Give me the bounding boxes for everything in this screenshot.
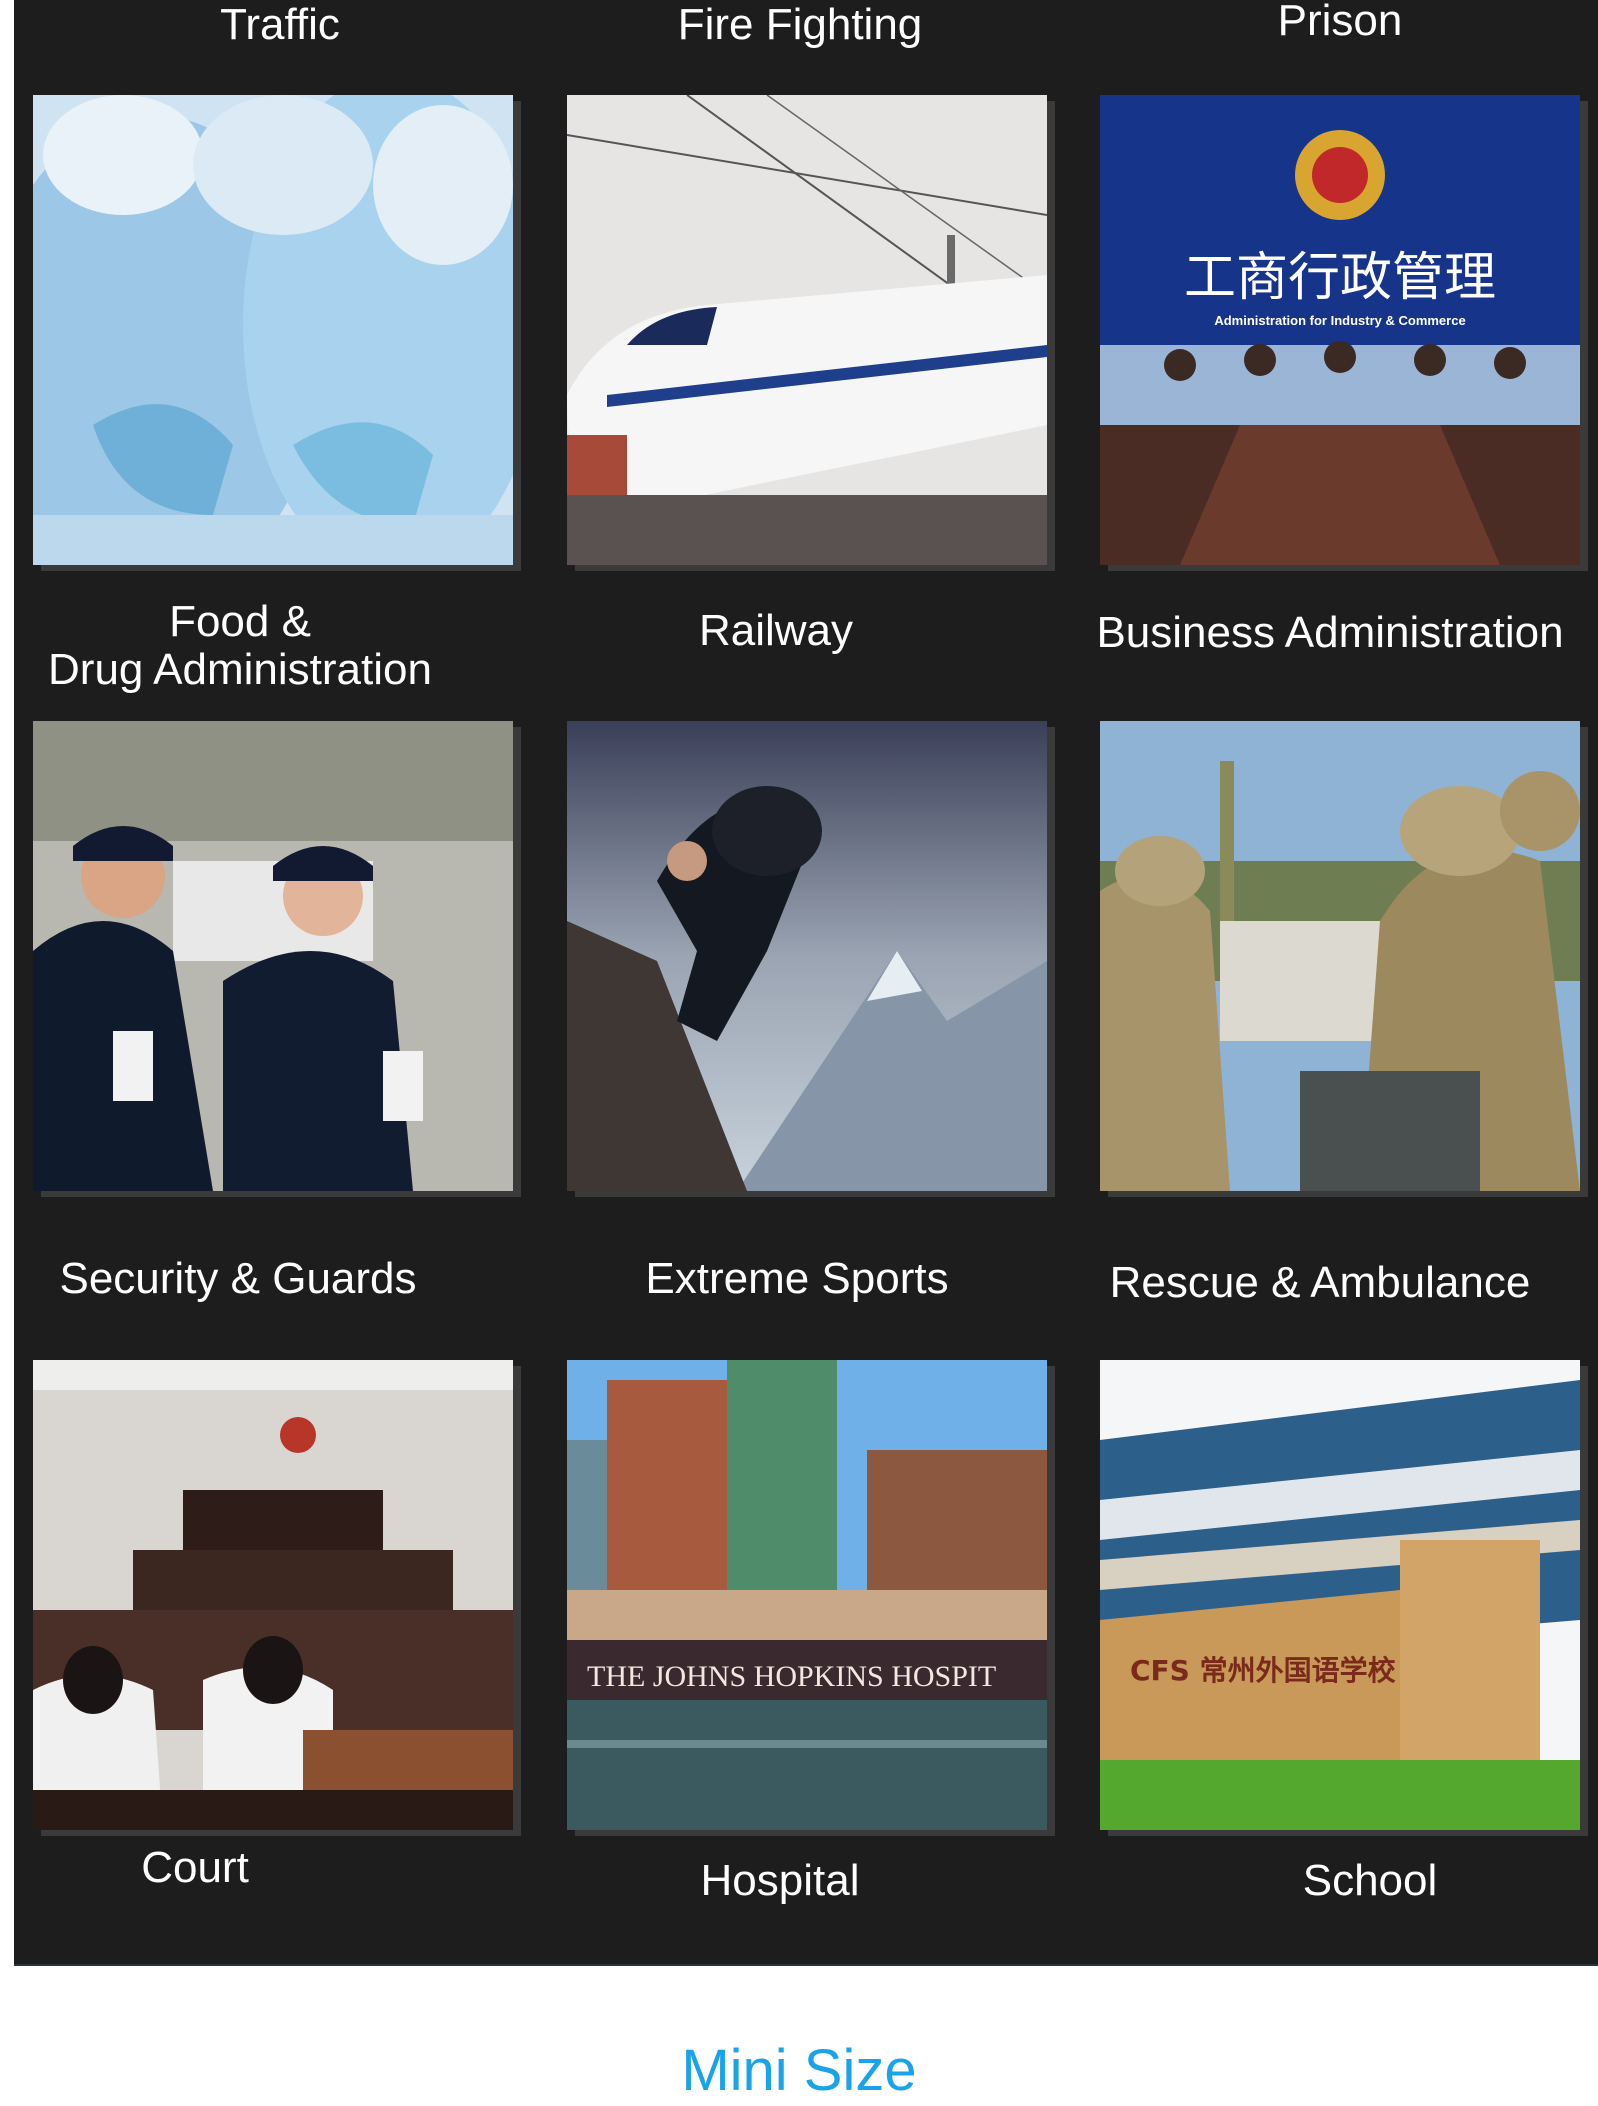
photo-police bbox=[33, 721, 513, 1191]
photo-school: CFS 常州外国语学校 bbox=[1100, 1360, 1580, 1830]
label-extreme-sports: Extreme Sports bbox=[645, 1254, 949, 1303]
label-food-line2: Drug Administration bbox=[48, 645, 432, 694]
svg-text:Administration for Industry &: Administration for Industry & Commerce bbox=[1214, 313, 1465, 328]
label-railway: Railway bbox=[698, 606, 854, 655]
panel-bottom-rule bbox=[14, 1964, 1598, 1966]
photo-hospital: THE JOHNS HOPKINS HOSPIT bbox=[567, 1360, 1047, 1830]
mini-size-heading: Mini Size bbox=[681, 2038, 917, 2103]
photo-climber bbox=[567, 721, 1047, 1191]
label-business-administration: Business Administration bbox=[1096, 608, 1564, 657]
photo-surgery bbox=[33, 95, 513, 565]
label-school: School bbox=[1302, 1856, 1438, 1905]
label-prison: Prison bbox=[1277, 0, 1403, 45]
svg-text:CFS 常州外国语学校: CFS 常州外国语学校 bbox=[1130, 1654, 1397, 1687]
svg-text:THE JOHNS HOPKINS HOSPIT: THE JOHNS HOPKINS HOSPIT bbox=[587, 1660, 996, 1693]
photo-train bbox=[567, 95, 1047, 565]
photo-administration: 工商行政管理 Administration for Industry & Com… bbox=[1100, 95, 1580, 565]
photo-soldiers bbox=[1100, 721, 1580, 1191]
label-food-line1: Food & bbox=[169, 597, 311, 646]
label-rescue-ambulance: Rescue & Ambulance bbox=[1109, 1258, 1531, 1307]
label-traffic: Traffic bbox=[220, 0, 340, 49]
label-food-drug-administration: Food & Drug Administration bbox=[40, 598, 440, 694]
label-security-guards: Security & Guards bbox=[59, 1254, 417, 1303]
label-court: Court bbox=[141, 1843, 249, 1892]
svg-text:工商行政管理: 工商行政管理 bbox=[1184, 248, 1496, 308]
label-fire-fighting: Fire Fighting bbox=[677, 0, 923, 49]
photo-court bbox=[33, 1360, 513, 1830]
label-hospital: Hospital bbox=[700, 1856, 860, 1905]
